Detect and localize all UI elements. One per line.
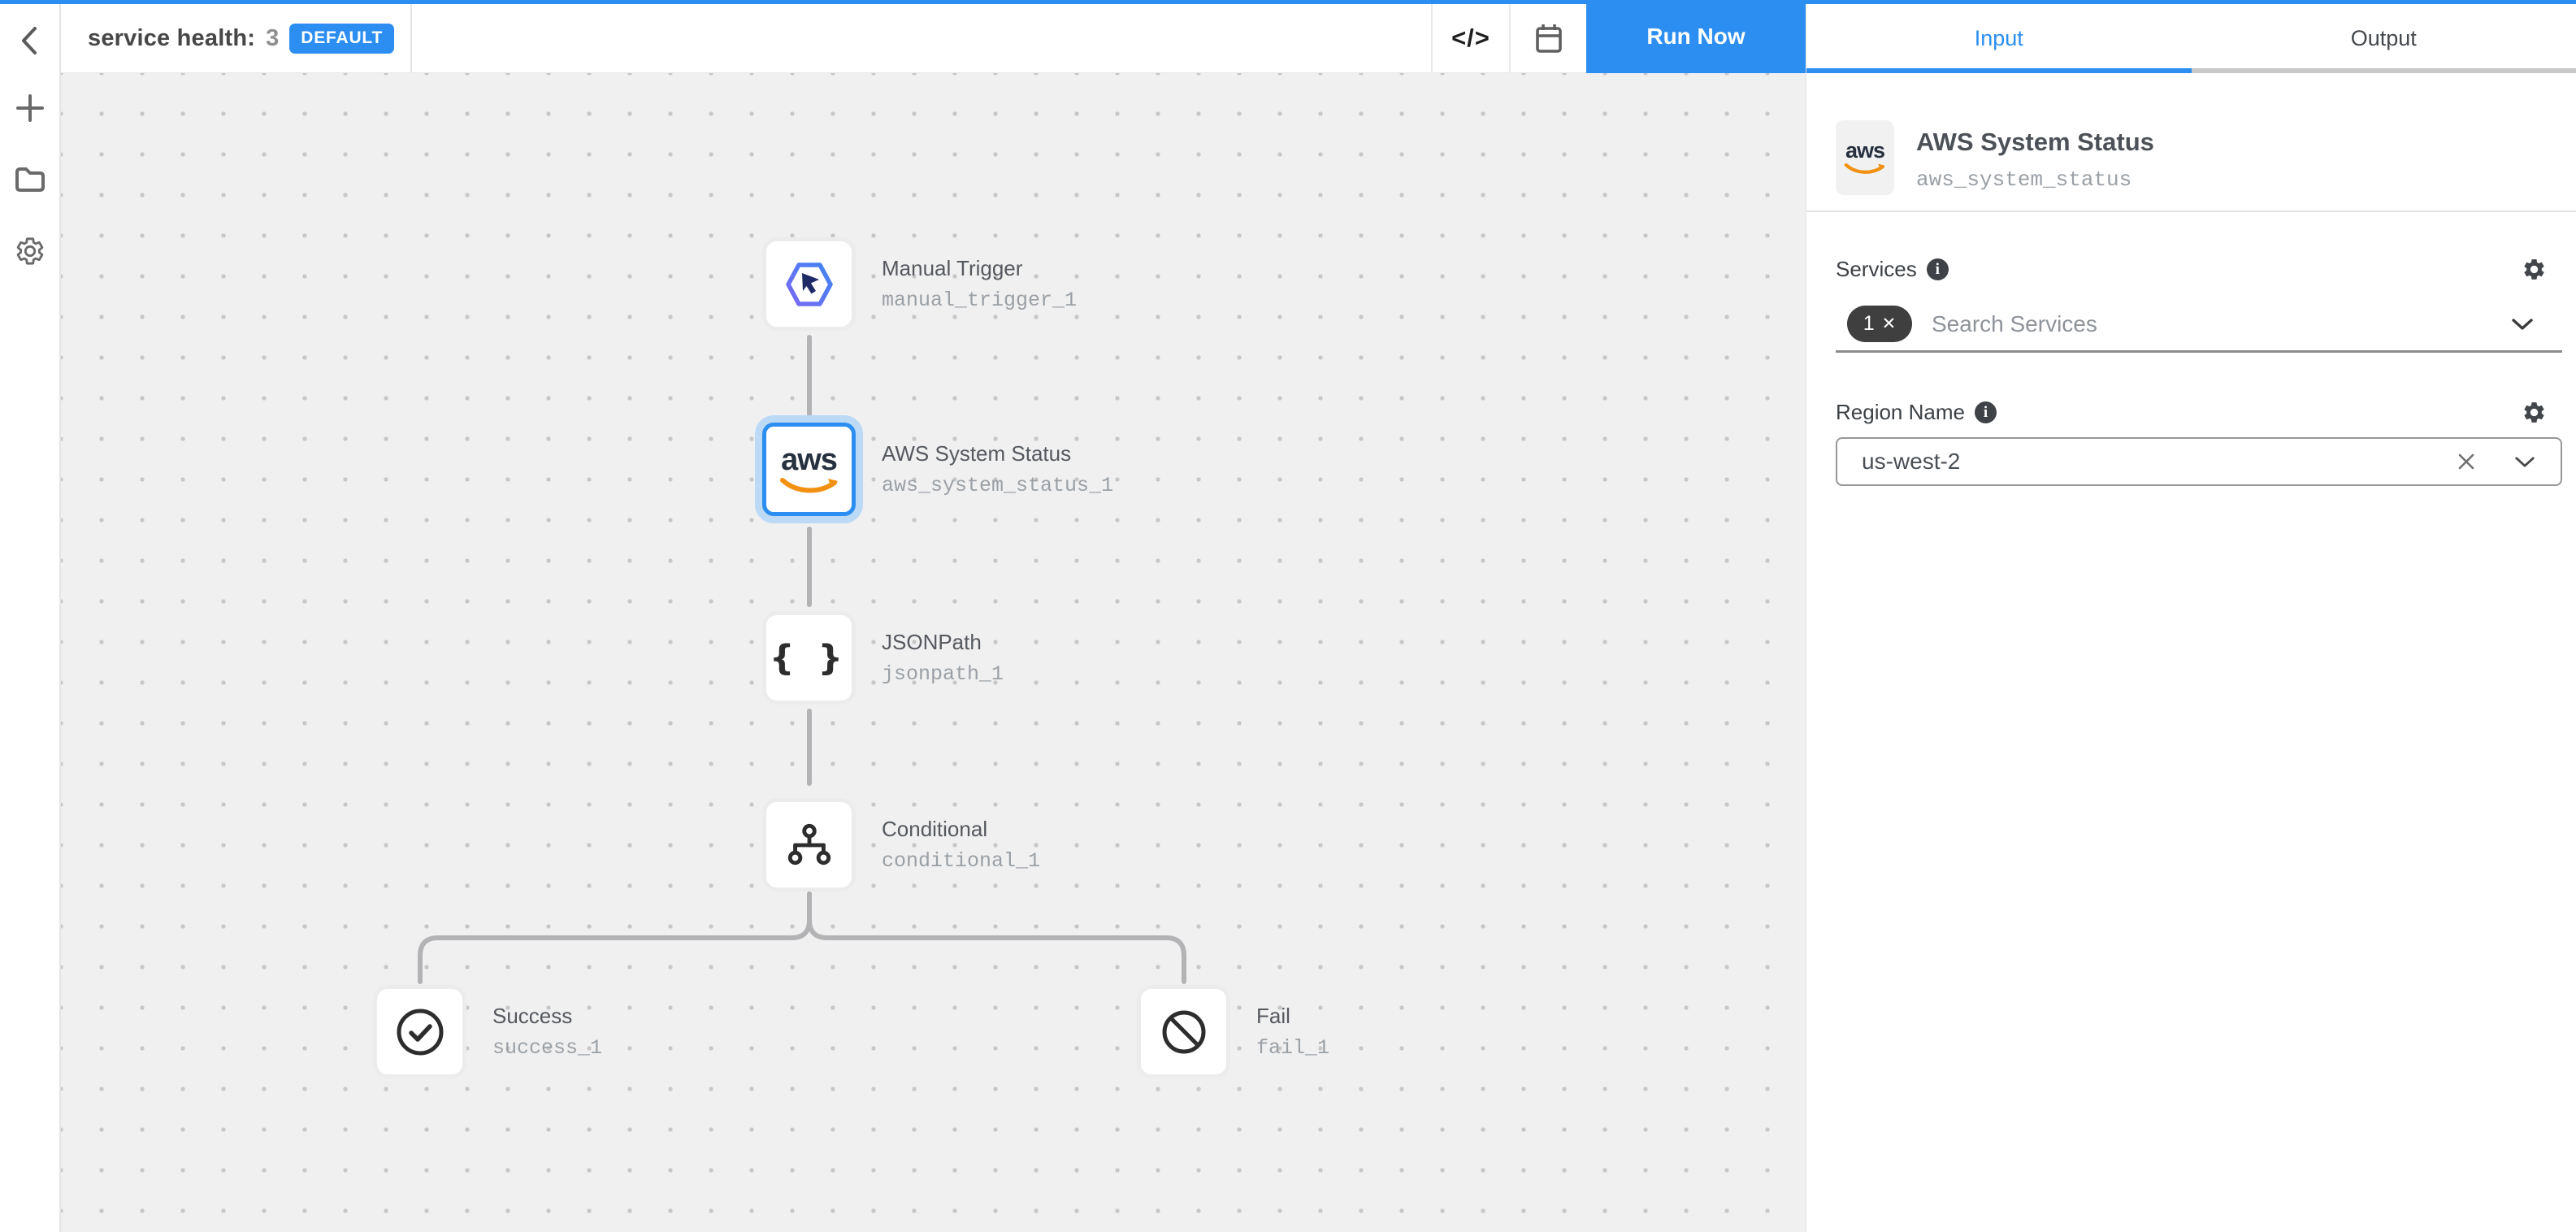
node-conditional[interactable]: Conditional conditional_1	[762, 798, 1040, 891]
panel-divider	[1806, 210, 2576, 212]
branch-icon	[784, 822, 835, 869]
header-bar: service health: 3 DEFAULT </> Run Now	[61, 4, 1806, 73]
files-button[interactable]	[9, 158, 51, 201]
region-settings-button[interactable]	[2522, 400, 2547, 425]
node-id: conditional_1	[882, 849, 1040, 873]
run-now-button[interactable]: Run Now	[1586, 0, 1806, 73]
remove-selection-icon[interactable]: ✕	[1882, 315, 1897, 332]
edge-manual-to-aws	[807, 335, 812, 418]
services-search-placeholder: Search Services	[1932, 311, 2097, 337]
node-fail[interactable]: Fail fail_1	[1137, 985, 1329, 1078]
code-icon: </>	[1451, 24, 1490, 53]
panel-node-titles: AWS System Status aws_system_status	[1916, 120, 2154, 195]
clear-input-icon[interactable]	[2455, 450, 2478, 473]
prohibition-icon	[1158, 1006, 1210, 1058]
node-id: aws_system_status_1	[882, 474, 1113, 497]
node-manual-trigger-card[interactable]	[762, 237, 856, 331]
node-jsonpath[interactable]: { } JSONPath jsonpath_1	[762, 611, 1004, 705]
edge-jsonpath-to-conditional	[807, 709, 812, 786]
services-multiselect[interactable]: 1 ✕ Search Services	[1836, 306, 2562, 353]
services-label-row: Services i	[1836, 257, 2547, 282]
schedule-button[interactable]	[1509, 4, 1587, 72]
node-aws-system-status-card[interactable]: aws	[762, 423, 856, 516]
services-label: Services	[1836, 257, 1917, 282]
node-title: Success	[492, 1004, 602, 1029]
workflow-canvas[interactable]: Manual Trigger manual_trigger_1 aws AWS …	[61, 73, 1806, 1232]
node-fail-label: Fail fail_1	[1256, 1004, 1329, 1060]
node-id: manual_trigger_1	[882, 288, 1077, 312]
node-conditional-card[interactable]	[762, 798, 856, 891]
aws-logo-text: aws	[781, 445, 837, 475]
node-title: JSONPath	[882, 630, 1004, 655]
node-aws-system-status-label: AWS System Status aws_system_status_1	[882, 441, 1113, 497]
node-conditional-label: Conditional conditional_1	[882, 817, 1040, 873]
workflow-title: service health:	[88, 25, 255, 52]
node-type-tile: aws	[1836, 120, 1894, 195]
node-manual-trigger[interactable]: Manual Trigger manual_trigger_1	[762, 237, 1077, 331]
region-name-input[interactable]: us-west-2	[1836, 437, 2562, 486]
calendar-icon	[1534, 22, 1563, 54]
node-success-label: Success success_1	[492, 1004, 602, 1060]
curly-braces-icon: { }	[770, 638, 848, 679]
services-settings-button[interactable]	[2522, 257, 2547, 282]
manual-trigger-hexagon-cursor-icon	[783, 261, 836, 308]
folder-icon	[14, 166, 46, 193]
node-manual-trigger-label: Manual Trigger manual_trigger_1	[882, 256, 1077, 312]
back-chevron-icon	[14, 22, 46, 59]
tab-input-label: Input	[1975, 26, 2023, 51]
workflow-run-count: 3	[266, 25, 279, 52]
panel-node-header: aws AWS System Status aws_system_status	[1836, 120, 2154, 195]
node-jsonpath-card[interactable]: { }	[762, 611, 856, 705]
aws-logo-icon: aws	[1844, 140, 1886, 176]
tab-input[interactable]: Input	[1806, 4, 2192, 73]
gear-icon	[2522, 257, 2547, 282]
region-label-row: Region Name i	[1836, 400, 2547, 425]
aws-logo-text: aws	[1845, 140, 1884, 162]
node-aws-system-status[interactable]: aws AWS System Status aws_system_status_…	[762, 423, 1113, 516]
back-button[interactable]	[9, 20, 51, 62]
node-id: success_1	[492, 1036, 602, 1060]
plus-icon	[14, 92, 46, 124]
node-success[interactable]: Success success_1	[373, 985, 602, 1078]
info-icon[interactable]: i	[1927, 258, 1949, 280]
region-name-value: us-west-2	[1862, 449, 1960, 475]
region-name-label: Region Name	[1836, 400, 1965, 425]
check-circle-icon	[394, 1006, 446, 1058]
add-node-button[interactable]	[9, 87, 51, 129]
default-badge: DEFAULT	[289, 24, 394, 54]
input-panel: aws AWS System Status aws_system_status …	[1806, 73, 2576, 1232]
workflow-title-section: service health: 3 DEFAULT	[61, 4, 412, 72]
edge-aws-to-jsonpath	[807, 527, 812, 607]
node-title: Conditional	[882, 817, 1040, 842]
chevron-down-icon[interactable]	[2510, 317, 2535, 332]
node-id: jsonpath_1	[882, 662, 1004, 686]
gear-icon	[15, 236, 46, 267]
node-fail-card[interactable]	[1137, 985, 1230, 1078]
panel-node-title: AWS System Status	[1916, 128, 2154, 157]
tab-output-label: Output	[2351, 26, 2417, 51]
settings-button[interactable]	[9, 230, 51, 272]
node-success-card[interactable]	[373, 985, 466, 1078]
chevron-down-icon[interactable]	[2513, 455, 2536, 469]
code-view-button[interactable]: </>	[1431, 4, 1509, 72]
node-title: Fail	[1256, 1004, 1329, 1029]
selected-count: 1	[1863, 312, 1875, 336]
tab-output[interactable]: Output	[2192, 4, 2576, 73]
aws-logo-icon: aws	[779, 445, 839, 495]
panel-node-subtitle: aws_system_status	[1916, 167, 2154, 192]
node-title: Manual Trigger	[882, 256, 1077, 281]
info-icon[interactable]: i	[1975, 401, 1997, 423]
edge-conditional-branches	[398, 891, 1211, 988]
node-jsonpath-label: JSONPath jsonpath_1	[882, 630, 1004, 686]
selected-count-pill[interactable]: 1 ✕	[1847, 306, 1912, 342]
node-id: fail_1	[1256, 1036, 1329, 1060]
gear-icon	[2522, 400, 2547, 425]
panel-tab-bar: Input Output	[1806, 4, 2576, 73]
left-toolbar	[0, 4, 61, 1232]
node-title: AWS System Status	[882, 441, 1113, 466]
